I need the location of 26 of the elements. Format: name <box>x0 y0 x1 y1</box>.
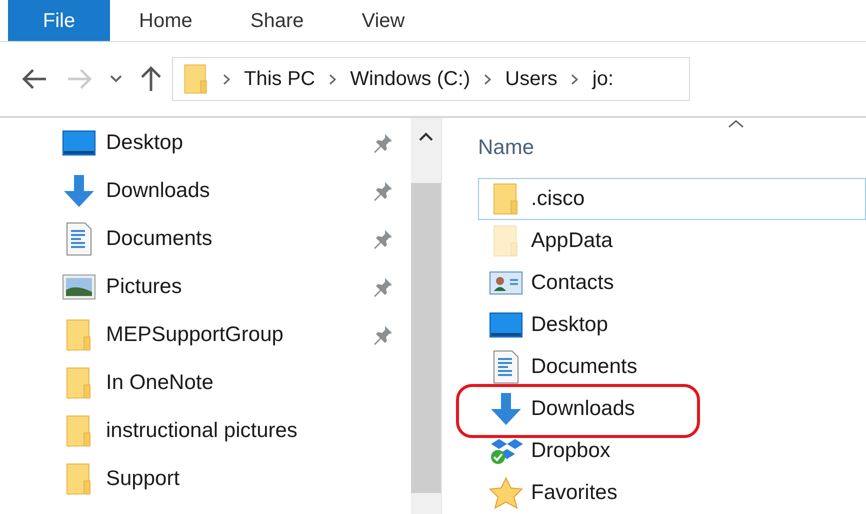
navigation-item[interactable]: Pictures <box>0 263 411 311</box>
column-header[interactable]: Name <box>478 132 534 164</box>
address-bar[interactable]: This PC Windows (C:) Users jo: <box>172 57 690 101</box>
breadcrumb[interactable]: jo: <box>592 64 614 94</box>
breadcrumb[interactable]: Users <box>505 64 558 94</box>
navigation-item[interactable]: Support <box>0 455 411 503</box>
navigation-item[interactable]: instructional pictures <box>0 407 411 455</box>
navigation-item[interactable]: Desktop <box>0 119 411 167</box>
ribbon-tab[interactable]: Home <box>110 0 222 41</box>
file-row[interactable]: AppData <box>478 220 866 262</box>
file-row[interactable]: Desktop <box>478 304 866 346</box>
file-row[interactable]: Documents <box>478 346 866 388</box>
navigation-item[interactable]: Downloads <box>0 167 411 215</box>
navigation-item[interactable]: Documents <box>0 215 411 263</box>
ribbon-tab[interactable]: File <box>8 0 110 41</box>
file-row[interactable]: .cisco <box>478 178 866 220</box>
file-row[interactable]: Favorites <box>478 472 866 514</box>
ribbon-tab[interactable]: View <box>332 0 434 41</box>
breadcrumb[interactable]: This PC <box>244 64 316 94</box>
file-row[interactable]: Contacts <box>478 262 866 304</box>
navigation-item[interactable]: MEPSupportGroup <box>0 311 411 359</box>
file-row[interactable]: Downloads <box>478 388 866 430</box>
file-row[interactable]: Dropbox <box>478 430 866 472</box>
ribbon-tab[interactable]: Share <box>221 0 333 41</box>
breadcrumb[interactable]: Windows (C:) <box>350 64 470 94</box>
navigation-item[interactable]: In OneNote <box>0 359 411 407</box>
